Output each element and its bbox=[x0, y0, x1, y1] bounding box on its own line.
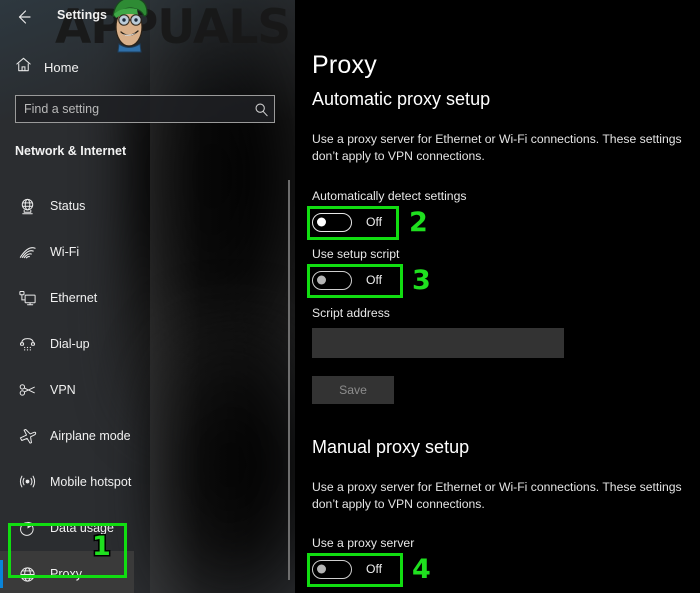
sidebar-nav-list: Status Wi-Fi Ethernet Dial-up VPN Airpla… bbox=[0, 183, 295, 593]
toggle-thumb bbox=[317, 564, 326, 574]
sidebar-item-data-usage[interactable]: Data usage bbox=[0, 505, 150, 551]
sidebar-item-mobile-hotspot[interactable]: Mobile hotspot bbox=[0, 459, 150, 505]
wifi-icon bbox=[14, 243, 40, 262]
toggle-thumb bbox=[317, 217, 326, 227]
toggle-thumb bbox=[317, 275, 326, 285]
sidebar-item-data-usage-label: Data usage bbox=[50, 521, 114, 535]
setup-script-toggle-row: Off bbox=[312, 269, 382, 291]
sidebar-item-proxy[interactable]: Proxy bbox=[0, 551, 134, 593]
settings-window: Settings APPUALS Home Find a setting Net… bbox=[0, 0, 700, 593]
proxy-globe-icon bbox=[14, 565, 40, 584]
save-button[interactable]: Save bbox=[312, 376, 394, 404]
auto-detect-label: Automatically detect settings bbox=[312, 189, 467, 203]
use-proxy-toggle-row: Off bbox=[312, 558, 382, 580]
manual-proxy-description: Use a proxy server for Ethernet or Wi-Fi… bbox=[312, 480, 682, 511]
home-icon bbox=[14, 55, 36, 79]
auto-detect-toggle[interactable] bbox=[312, 212, 352, 232]
search-box[interactable] bbox=[15, 95, 275, 123]
content-pane: Proxy Automatic proxy setup Use a proxy … bbox=[295, 0, 700, 593]
sidebar-item-airplane-mode-label: Airplane mode bbox=[50, 429, 131, 443]
automatic-proxy-description: Use a proxy server for Ethernet or Wi-Fi… bbox=[312, 132, 682, 163]
airplane-icon bbox=[14, 427, 40, 446]
status-globe-icon bbox=[14, 197, 40, 216]
use-proxy-label: Use a proxy server bbox=[312, 536, 415, 550]
sidebar-item-wifi-label: Wi-Fi bbox=[50, 245, 80, 259]
setup-script-label: Use setup script bbox=[312, 247, 400, 261]
sidebar-scrollbar[interactable] bbox=[288, 180, 290, 580]
sidebar-category-heading: Network & Internet bbox=[15, 144, 127, 158]
setup-script-state: Off bbox=[366, 273, 383, 287]
sidebar: Settings APPUALS Home Find a setting Net… bbox=[0, 0, 295, 593]
back-arrow-icon[interactable] bbox=[12, 7, 34, 29]
sidebar-item-vpn[interactable]: VPN bbox=[0, 367, 150, 413]
auto-detect-toggle-row: Off bbox=[312, 211, 382, 233]
sidebar-item-status[interactable]: Status bbox=[0, 183, 150, 229]
data-usage-pie-icon bbox=[14, 519, 40, 538]
sidebar-item-proxy-label: Proxy bbox=[50, 567, 82, 581]
sidebar-item-dialup-label: Dial-up bbox=[50, 337, 90, 351]
manual-proxy-heading: Manual proxy setup bbox=[312, 437, 470, 457]
sidebar-item-dialup[interactable]: Dial-up bbox=[0, 321, 150, 367]
auto-detect-state: Off bbox=[366, 215, 383, 229]
use-proxy-state: Off bbox=[366, 562, 383, 576]
sidebar-item-ethernet-label: Ethernet bbox=[50, 291, 98, 305]
sidebar-item-home[interactable]: Home bbox=[0, 52, 295, 82]
sidebar-item-wifi[interactable]: Wi-Fi bbox=[0, 229, 150, 275]
ethernet-icon bbox=[14, 289, 40, 308]
app-title: Settings bbox=[57, 8, 108, 22]
script-address-input[interactable] bbox=[312, 328, 564, 358]
sidebar-item-mobile-hotspot-label: Mobile hotspot bbox=[50, 475, 132, 489]
vpn-key-icon bbox=[14, 381, 40, 400]
search-input[interactable] bbox=[16, 102, 248, 116]
sidebar-item-home-label: Home bbox=[44, 59, 79, 75]
script-address-label: Script address bbox=[312, 306, 390, 320]
sidebar-item-airplane-mode[interactable]: Airplane mode bbox=[0, 413, 150, 459]
use-proxy-toggle[interactable] bbox=[312, 559, 352, 579]
page-title: Proxy bbox=[312, 51, 377, 79]
title-bar: Settings bbox=[0, 0, 295, 34]
automatic-proxy-heading: Automatic proxy setup bbox=[312, 89, 491, 109]
sidebar-item-vpn-label: VPN bbox=[50, 383, 76, 397]
hotspot-icon bbox=[14, 473, 40, 492]
dialup-phone-icon bbox=[14, 335, 40, 354]
sidebar-item-status-label: Status bbox=[50, 199, 86, 213]
sidebar-item-ethernet[interactable]: Ethernet bbox=[0, 275, 150, 321]
search-icon[interactable] bbox=[248, 102, 274, 117]
setup-script-toggle[interactable] bbox=[312, 270, 352, 290]
